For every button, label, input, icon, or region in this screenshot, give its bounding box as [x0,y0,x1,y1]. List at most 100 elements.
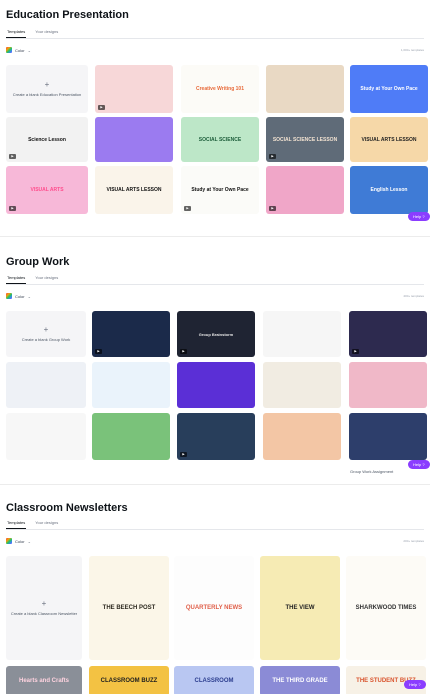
help-button[interactable]: Help ? [408,212,430,221]
template-card-title: Creative Writing 101 [196,86,244,92]
template-card[interactable]: ▶ [92,311,170,357]
template-card[interactable] [349,362,427,408]
chevron-down-icon: ⌄ [27,293,31,299]
template-card-title: THE THIRD GRADE [272,677,328,684]
template-card[interactable]: SOCIAL SCIENCE [181,117,259,162]
video-play-icon: ▶ [9,154,16,159]
newsletters-section: Classroom Newsletters Templates Your des… [0,498,430,694]
template-card[interactable]: Group Brainstorm ▶ [177,311,255,357]
template-card[interactable]: Science Lesson ▶ [6,117,88,162]
template-card-title: Group Brainstorm [198,331,234,337]
template-card[interactable] [263,311,341,357]
template-card[interactable]: VISUAL ARTS LESSON [95,166,173,214]
color-filter[interactable]: Color ⌄ [6,291,31,301]
template-card[interactable] [95,117,173,162]
template-card[interactable] [92,362,170,408]
template-card[interactable]: THE VIEW [260,556,340,660]
group-work-assignment-label: Group Work Assignment [350,469,394,474]
template-card-title: Study at Your Own Pace [191,187,249,193]
template-card[interactable] [6,413,86,460]
template-card-title: VISUAL ARTS LESSON [361,136,417,143]
template-card[interactable]: THE BEECH POST [89,556,169,660]
template-card[interactable] [263,362,341,408]
video-play-icon: ▶ [180,452,187,457]
color-filter-label: Color [15,293,25,299]
tabs-divider [6,284,424,285]
create-blank-groupwork[interactable]: + Create a blank Group Work [6,311,86,357]
template-card-title: QUARTERLY NEWS [185,604,243,611]
template-card-title: SOCIAL SCIENCE [198,136,242,143]
template-card-title: CLASSROOM BUZZ [100,677,158,684]
template-card[interactable] [349,413,427,460]
create-blank-label: Create a blank Education Presentation [12,92,82,97]
education-section: Education Presentation Templates Your de… [0,0,430,232]
video-play-icon: ▶ [95,349,102,354]
template-card-title: CLASSROOM [194,677,234,684]
template-card[interactable]: ▶ [266,166,344,214]
help-button[interactable]: Help ? [404,680,426,689]
template-card[interactable] [266,65,344,113]
template-card[interactable] [6,362,86,408]
template-card-title: THE BEECH POST [102,604,156,611]
create-blank-newsletter[interactable]: + Create a blank Classroom Newsletter [6,556,82,660]
plus-icon: + [41,599,47,608]
template-card[interactable]: Hearts and Crafts [6,666,82,694]
template-card[interactable]: VISUAL ARTS LESSON [350,117,428,162]
color-palette-icon [6,47,12,53]
template-card-title: VISUAL ARTS [30,187,64,193]
tab-templates[interactable]: Templates [6,28,27,38]
template-card-title: SHARKWOOD TIMES [355,604,417,611]
tab-your-designs[interactable]: Your designs [34,519,59,529]
tab-your-designs[interactable]: Your designs [34,28,59,38]
color-filter[interactable]: Color ⌄ [6,45,31,55]
chevron-down-icon: ⌄ [27,538,31,544]
help-button[interactable]: Help ? [408,460,430,469]
tabs-divider [6,38,424,39]
create-blank-education[interactable]: + Create a blank Education Presentation [6,65,88,113]
tab-templates[interactable]: Templates [6,274,27,284]
tab-templates[interactable]: Templates [6,519,27,529]
template-card[interactable]: SOCIAL SCIENCE LESSON ▶ [266,117,344,162]
template-card[interactable]: QUARTERLY NEWS [174,556,254,660]
template-card[interactable]: THE THIRD GRADE [260,666,340,694]
video-play-icon: ▶ [180,349,187,354]
newsletters-title: Classroom Newsletters [6,502,128,514]
template-card[interactable]: ▶ [95,65,173,113]
template-card[interactable]: VISUAL ARTS ▶ [6,166,88,214]
section-divider [0,236,430,237]
template-card[interactable]: ▶ [177,413,255,460]
color-palette-icon [6,538,12,544]
video-play-icon: ▶ [352,349,359,354]
template-card[interactable]: English Lesson [350,166,428,214]
tab-your-designs[interactable]: Your designs [34,274,59,284]
video-play-icon: ▶ [9,206,16,211]
groupwork-section: Group Work Templates Your designs Color … [0,250,430,478]
result-count: 1,000+ templates [400,48,424,52]
groupwork-title: Group Work [6,256,70,268]
template-card-title: THE VIEW [285,604,315,611]
create-blank-label: Create a blank Group Work [21,337,71,342]
template-card[interactable]: Creative Writing 101 [181,65,259,113]
color-filter-label: Color [15,538,25,544]
result-count: 400+ templates [403,294,424,298]
template-card-title: SOCIAL SCIENCE LESSON [272,136,338,143]
template-card[interactable] [92,413,170,460]
video-play-icon: ▶ [184,206,191,211]
result-count: 200+ templates [403,539,424,543]
template-card[interactable]: ▶ [349,311,427,357]
tabs-divider [6,529,424,530]
template-card[interactable]: Study at Your Own Pace [350,65,428,113]
template-card[interactable] [177,362,255,408]
video-play-icon: ▶ [98,105,105,110]
color-palette-icon [6,293,12,299]
template-card-title: Hearts and Crafts [18,677,69,684]
template-card[interactable] [263,413,341,460]
template-card[interactable]: Study at Your Own Pace ▶ [181,166,259,214]
template-card-title: VISUAL ARTS LESSON [106,187,162,193]
section-divider [0,484,430,485]
template-card[interactable]: CLASSROOM BUZZ [89,666,169,694]
color-filter-label: Color [15,47,25,53]
template-card[interactable]: CLASSROOM [174,666,254,694]
template-card[interactable]: SHARKWOOD TIMES [346,556,426,660]
color-filter[interactable]: Color ⌄ [6,536,31,546]
